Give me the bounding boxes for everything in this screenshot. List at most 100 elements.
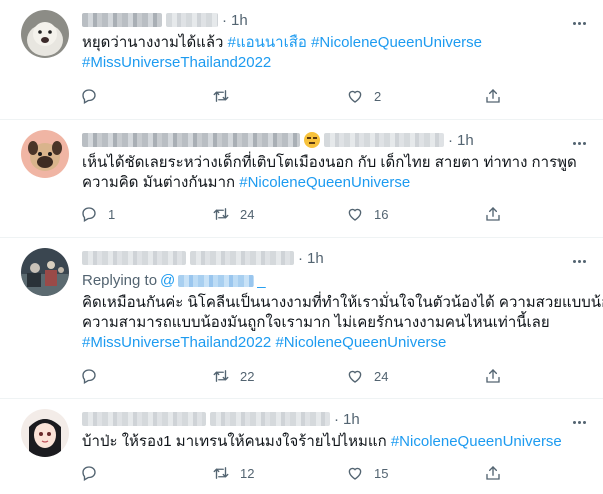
tweet-text: บ้าป่ะ ให้รอง1 มาเทรนให้คนมงใจร้ายไปไหมแ… xyxy=(82,432,582,452)
hashtag-link[interactable]: #NicoleneQueenUniverse xyxy=(311,34,482,51)
retweet-button[interactable]: 24 xyxy=(212,204,254,224)
more-icon[interactable] xyxy=(569,13,589,33)
tweet-text-segment: คิดเหมือนกันค่ะ นิโคลีนเป็นนางงามที่ทำให… xyxy=(82,294,603,311)
like-icon xyxy=(346,367,364,385)
share-icon xyxy=(484,367,502,385)
separator-dot: · xyxy=(298,249,303,267)
avatar[interactable] xyxy=(21,248,69,296)
tweet[interactable]: · 1h Replying to @ _ คิดเหมือนกันค่ะ นิโ… xyxy=(0,238,603,399)
tweet-text-line: หยุดว่านางงามได้แล้ว #แอนนาเสือ #Nicolen… xyxy=(82,33,582,53)
tweet-text-line: บ้าป่ะ ให้รอง1 มาเทรนให้คนมงใจร้ายไปไหมแ… xyxy=(82,432,582,452)
user-handle-redacted[interactable] xyxy=(166,13,218,27)
tweet-text: เห็นได้ชัดเลยระหว่างเด็กที่เติบโตเมืองนอ… xyxy=(82,153,582,193)
share-button[interactable] xyxy=(484,463,502,483)
like-icon xyxy=(346,205,364,223)
avatar[interactable] xyxy=(21,409,69,457)
tweet[interactable]: · 1h เห็นได้ชัดเลยระหว่างเด็กที่เติบโตเม… xyxy=(0,120,603,238)
user-handle-redacted[interactable] xyxy=(324,133,444,147)
reply-icon xyxy=(80,87,98,105)
tweet-text-line: ความสามารถแบบน้องมันถูกใจเรามาก ไม่เคยรั… xyxy=(82,313,582,333)
like-button[interactable]: 2 xyxy=(346,86,381,106)
reply-icon xyxy=(80,205,98,223)
timestamp[interactable]: 1h xyxy=(343,411,360,428)
hashtag-link[interactable]: #MissUniverseThailand2022 xyxy=(82,334,271,351)
user-name-redacted[interactable] xyxy=(82,412,206,426)
like-count: 15 xyxy=(374,465,389,481)
reply-button[interactable] xyxy=(80,86,108,106)
replying-to: Replying to @ _ xyxy=(82,272,266,289)
tweet-text-line: #MissUniverseThailand2022 xyxy=(82,53,582,73)
reply-button[interactable] xyxy=(80,463,108,483)
share-icon xyxy=(484,464,502,482)
like-count: 2 xyxy=(374,88,382,104)
tweet-actions: 1 24 16 xyxy=(80,204,510,224)
tweet[interactable]: · 1h หยุดว่านางงามได้แล้ว #แอนนาเสือ #Ni… xyxy=(0,0,603,120)
user-handle-redacted[interactable] xyxy=(190,251,294,265)
replying-to-handle-suffix[interactable]: _ xyxy=(257,272,265,289)
replying-to-handle[interactable]: @ xyxy=(160,272,175,289)
tweet-text-segment: หยุดว่านางงามได้แล้ว xyxy=(82,34,228,51)
more-icon[interactable] xyxy=(569,133,589,153)
like-count: 16 xyxy=(374,206,389,222)
tweet-text: คิดเหมือนกันค่ะ นิโคลีนเป็นนางงามที่ทำให… xyxy=(82,293,603,353)
like-icon xyxy=(346,87,364,105)
separator-dot: · xyxy=(334,410,339,428)
tweet-text: หยุดว่านางงามได้แล้ว #แอนนาเสือ #Nicolen… xyxy=(82,33,582,73)
share-button[interactable] xyxy=(484,86,502,106)
reply-button[interactable] xyxy=(80,366,108,386)
tweet[interactable]: · 1h บ้าป่ะ ให้รอง1 มาเทรนให้คนมงใจร้ายไ… xyxy=(0,399,603,494)
like-button[interactable]: 24 xyxy=(346,366,388,386)
user-name-redacted[interactable] xyxy=(82,251,186,265)
expressionless-face-icon xyxy=(304,132,320,148)
user-handle-redacted[interactable] xyxy=(210,412,330,426)
user-name-redacted[interactable] xyxy=(82,133,300,147)
tweet-actions: 12 15 xyxy=(80,463,510,483)
retweet-icon xyxy=(212,367,230,385)
like-icon xyxy=(346,464,364,482)
retweet-count: 24 xyxy=(240,206,255,222)
reply-icon xyxy=(80,367,98,385)
replying-to-label: Replying to xyxy=(82,272,158,289)
tweet-text-segment: เห็นได้ชัดเลยระหว่างเด็กที่เติบโตเมืองนอ… xyxy=(82,154,577,171)
tweet-text-segment: บ้าป่ะ ให้รอง1 มาเทรนให้คนมงใจร้ายไปไหมแ… xyxy=(82,433,391,450)
user-name-redacted[interactable] xyxy=(82,13,162,27)
like-count: 24 xyxy=(374,368,389,384)
retweet-icon xyxy=(212,87,230,105)
tweet-text-segment: ความคิด มันต่างกันมาก xyxy=(82,174,240,191)
like-button[interactable]: 16 xyxy=(346,204,388,224)
separator-dot: · xyxy=(222,11,227,29)
tweet-text-line: #MissUniverseThailand2022 #NicoleneQueen… xyxy=(82,333,582,353)
reply-icon xyxy=(80,464,98,482)
timestamp[interactable]: 1h xyxy=(307,250,324,267)
hashtag-link[interactable]: #MissUniverseThailand2022 xyxy=(82,54,271,71)
like-button[interactable]: 15 xyxy=(346,463,388,483)
hashtag-link[interactable]: #NicoleneQueenUniverse xyxy=(391,433,562,450)
tweet-text-line: ความคิด มันต่างกันมาก #NicoleneQueenUniv… xyxy=(82,173,582,193)
hashtag-link[interactable]: #NicoleneQueenUniverse xyxy=(239,174,410,191)
retweet-icon xyxy=(212,205,230,223)
retweet-button[interactable]: 12 xyxy=(212,463,254,483)
share-button[interactable] xyxy=(484,204,502,224)
tweet-header: · 1h xyxy=(82,410,360,428)
hashtag-link[interactable]: #NicoleneQueenUniverse xyxy=(275,334,446,351)
reply-button[interactable]: 1 xyxy=(80,204,115,224)
retweet-button[interactable]: 22 xyxy=(212,366,254,386)
avatar[interactable] xyxy=(21,130,69,178)
more-icon[interactable] xyxy=(569,251,589,271)
retweet-count: 22 xyxy=(240,368,255,384)
tweet-header: · 1h xyxy=(82,11,248,29)
hashtag-link[interactable]: #แอนนาเสือ xyxy=(228,34,307,51)
timestamp[interactable]: 1h xyxy=(457,132,474,149)
retweet-icon xyxy=(212,464,230,482)
tweet-text-segment: ความสามารถแบบน้องมันถูกใจเรามาก ไม่เคยรั… xyxy=(82,314,550,331)
retweet-button[interactable] xyxy=(212,86,240,106)
replying-to-handle-redacted[interactable] xyxy=(178,274,255,287)
tweet-header: · 1h xyxy=(82,249,324,267)
tweet-text-line: คิดเหมือนกันค่ะ นิโคลีนเป็นนางงามที่ทำให… xyxy=(82,293,603,313)
share-button[interactable] xyxy=(484,366,502,386)
tweet-header: · 1h xyxy=(82,131,474,149)
retweet-count: 12 xyxy=(240,465,255,481)
timestamp[interactable]: 1h xyxy=(231,12,248,29)
avatar[interactable] xyxy=(21,10,69,58)
more-icon[interactable] xyxy=(569,412,589,432)
